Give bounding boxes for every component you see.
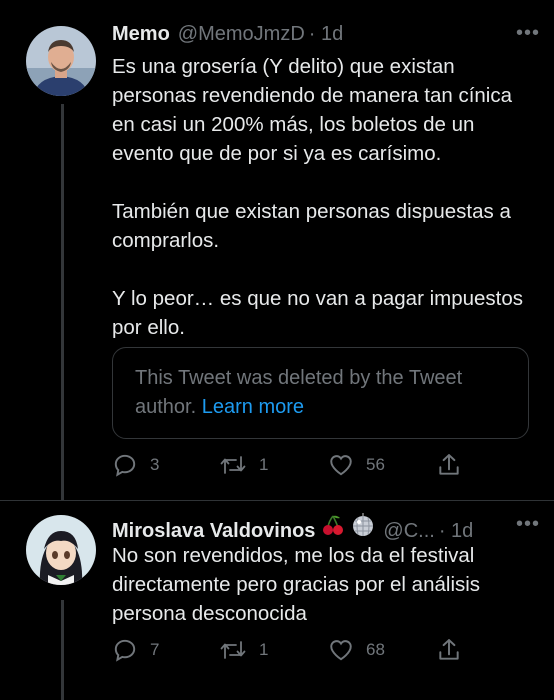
share-icon xyxy=(439,639,459,660)
handle[interactable]: @MemoJmzD xyxy=(178,22,305,46)
tweet-actions: 3 1 56 xyxy=(0,452,554,480)
display-name[interactable]: Memo xyxy=(112,22,170,46)
tweet-header: Miroslava Valdovinos @C... · 1d xyxy=(112,513,473,543)
retweet-count: 1 xyxy=(259,640,269,659)
tweet-actions: 7 1 68 xyxy=(0,637,554,665)
tweet-paragraph: También que existan personas dispuestas … xyxy=(112,200,511,252)
disco-ball-emoji xyxy=(351,513,375,543)
like-count: 68 xyxy=(366,640,385,659)
avatar[interactable] xyxy=(26,515,96,585)
more-options-button[interactable]: ••• xyxy=(516,22,540,45)
share-icon xyxy=(439,454,459,475)
reply-button[interactable]: 3 xyxy=(112,452,159,478)
tweet-paragraph: Y lo peor… es que no van a pagar impuest… xyxy=(112,287,524,339)
heart-icon xyxy=(330,455,352,476)
like-button[interactable]: 56 xyxy=(328,452,385,478)
handle[interactable]: @C... xyxy=(383,519,434,543)
reply-count: 7 xyxy=(150,640,160,659)
retweet-count: 1 xyxy=(259,455,269,474)
retweet-button[interactable]: 1 xyxy=(219,637,268,663)
avatar[interactable] xyxy=(26,26,96,96)
heart-icon xyxy=(330,640,352,661)
retweet-button[interactable]: 1 xyxy=(219,452,268,478)
tweet-header: Memo @MemoJmzD · 1d xyxy=(112,22,343,46)
display-name[interactable]: Miroslava Valdovinos xyxy=(112,519,315,543)
tweet-text: No son revendidos, me los da el festival… xyxy=(112,541,532,628)
learn-more-link[interactable]: Learn more xyxy=(202,396,304,418)
tweet-text: Es una grosería (Y delito) que existan p… xyxy=(112,52,532,342)
like-count: 56 xyxy=(366,455,385,474)
timestamp[interactable]: · 1d xyxy=(439,519,473,543)
quoted-tweet-deleted: This Tweet was deleted by the Tweet auth… xyxy=(112,347,529,439)
reply-button[interactable]: 7 xyxy=(112,637,159,663)
tweet[interactable]: Memo @MemoJmzD · 1d ••• Es una grosería … xyxy=(0,0,554,500)
tweet[interactable]: Miroslava Valdovinos @C... · 1d ••• No s… xyxy=(0,501,554,700)
timestamp[interactable]: · 1d xyxy=(309,22,343,46)
reply-count: 3 xyxy=(150,455,160,474)
tweet-paragraph: Es una grosería (Y delito) que existan p… xyxy=(112,55,513,165)
like-button[interactable]: 68 xyxy=(328,637,385,663)
reply-icon xyxy=(114,454,136,477)
retweet-icon xyxy=(220,641,246,659)
tweet-paragraph: No son revendidos, me los da el festival… xyxy=(112,544,481,625)
retweet-icon xyxy=(220,456,246,474)
reply-icon xyxy=(114,639,136,662)
share-button[interactable] xyxy=(436,452,462,478)
more-options-button[interactable]: ••• xyxy=(516,513,540,536)
share-button[interactable] xyxy=(436,637,462,663)
cherries-emoji xyxy=(321,513,345,543)
